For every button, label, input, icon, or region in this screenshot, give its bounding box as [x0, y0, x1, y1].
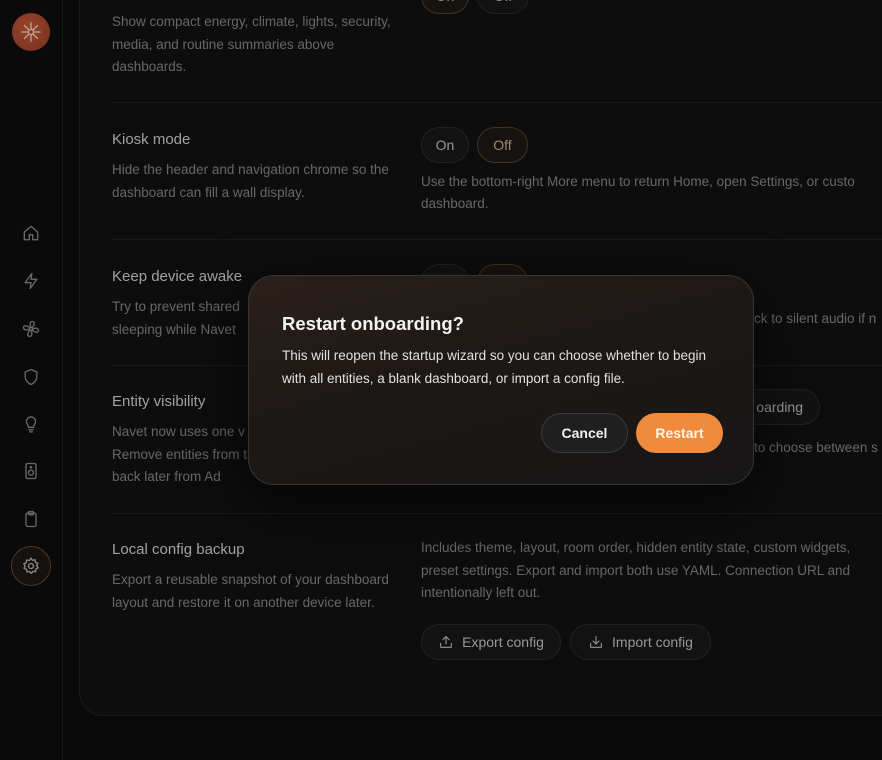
restart-button[interactable]: Restart	[636, 413, 723, 453]
cancel-button[interactable]: Cancel	[541, 413, 628, 453]
restart-onboarding-dialog: Restart onboarding? This will reopen the…	[248, 275, 754, 485]
dialog-title: Restart onboarding?	[282, 313, 464, 334]
dialog-message: This will reopen the startup wizard so y…	[282, 348, 706, 386]
